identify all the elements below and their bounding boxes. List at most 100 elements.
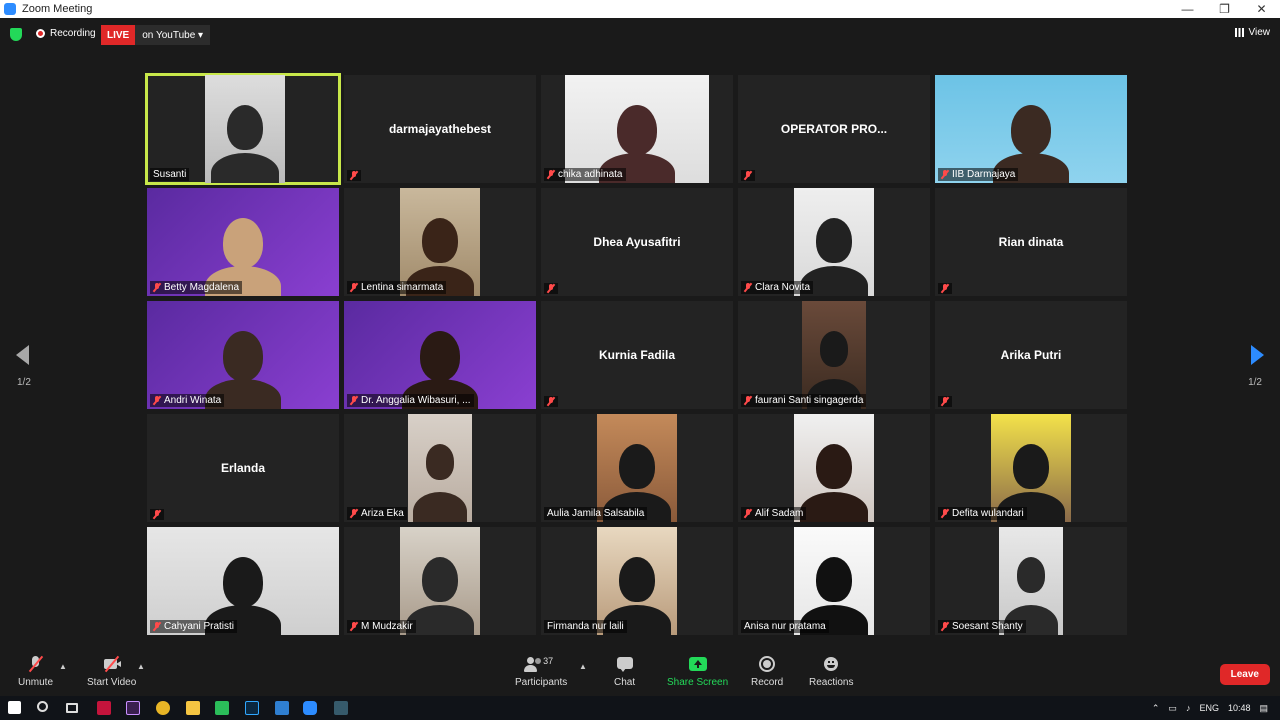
previous-page-arrow[interactable] [16,345,29,365]
muted-mic-icon [941,284,949,293]
participant-tile[interactable]: Dr. Anggalia Wibasuri, ... [344,301,536,409]
app-icon-3[interactable] [275,701,289,715]
search-icon[interactable] [37,701,48,712]
meeting-topbar: Recording LIVE on YouTube ▾ View [0,18,1280,52]
participant-label: Clara Novita [741,281,814,294]
participant-tile[interactable]: OPERATOR PRO... [738,75,930,183]
minimize-button[interactable]: — [1169,0,1206,18]
network-icon[interactable]: ▭ [1168,703,1177,714]
participant-video [147,527,339,635]
participant-tile[interactable]: chika adhinata [541,75,733,183]
recording-dot-icon [36,29,45,38]
tray-overflow-icon[interactable]: ⌃ [1152,703,1160,714]
participant-tile[interactable]: Clara Novita [738,188,930,296]
participant-video [802,301,866,409]
participant-tile[interactable]: Lentina simarmata [344,188,536,296]
participant-label: Alif Sadam [741,507,807,520]
language-indicator[interactable]: ENG [1199,703,1219,713]
participant-tile[interactable]: Aulia Jamila Salsabila [541,414,733,522]
participant-name-center: Rian dinata [998,235,1064,249]
app-icon-4[interactable] [334,701,348,715]
chrome-icon[interactable] [156,701,170,715]
participant-video [935,75,1127,183]
video-options-caret-icon[interactable]: ▲ [137,662,145,671]
participant-tile[interactable]: faurani Santi singagerda [738,301,930,409]
security-shield-icon[interactable] [10,28,22,41]
muted-mic-icon [547,284,555,293]
participant-name: Defita wulandari [952,508,1024,519]
participant-name-center: Dhea Ayusafitri [593,235,681,249]
record-button[interactable]: Record [751,656,783,688]
participant-tile[interactable]: Dhea Ayusafitri [541,188,733,296]
participant-tile[interactable]: Firmanda nur laili [541,527,733,635]
participant-tile[interactable]: Soesant Shanty [935,527,1127,635]
view-label: View [1248,27,1271,38]
participants-count: 37 [543,656,554,666]
meeting-toolbar: Unmute ▲ Start Video ▲ 37 Participants ▲… [0,650,1280,696]
participant-tile[interactable]: Ariza Eka [344,414,536,522]
participant-tile[interactable]: Kurnia Fadila [541,301,733,409]
participant-tile[interactable]: Betty Magdalena [147,188,339,296]
participant-video [794,414,874,522]
reactions-button[interactable]: Reactions [809,656,853,688]
premiere-icon[interactable] [126,701,140,715]
app-icon-1[interactable] [97,701,111,715]
start-video-button[interactable]: Start Video [87,655,136,688]
file-explorer-icon[interactable] [186,701,200,715]
participant-figure [223,218,263,268]
share-screen-button[interactable]: Share Screen [667,656,728,688]
participant-tile[interactable]: Cahyani Pratisti [147,527,339,635]
participant-tile[interactable]: Anisa nur pratama [738,527,930,635]
participant-tile[interactable]: Erlanda [147,414,339,522]
participant-label [544,396,558,407]
participant-tile[interactable]: IIB Darmajaya [935,75,1127,183]
participant-video [147,301,339,409]
audio-options-caret-icon[interactable]: ▲ [59,662,67,671]
participant-tile[interactable]: Defita wulandari [935,414,1127,522]
participant-figure [422,557,458,602]
participants-button[interactable]: 37 Participants [515,656,567,688]
live-stream-indicator[interactable]: LIVE on YouTube ▾ [101,25,211,45]
close-button[interactable]: ✕ [1243,0,1280,18]
chat-bubble-icon [615,656,635,673]
participant-figure [223,331,263,381]
next-page-arrow[interactable] [1251,345,1264,365]
participant-tile[interactable]: Andri Winata [147,301,339,409]
participant-tile[interactable]: Rian dinata [935,188,1127,296]
participant-name: Dr. Anggalia Wibasuri, ... [361,395,471,406]
participant-tile[interactable]: Arika Putri [935,301,1127,409]
share-screen-label: Share Screen [667,677,729,688]
unmute-button[interactable]: Unmute [18,655,53,688]
zoom-taskbar-icon[interactable] [303,701,317,715]
muted-mic-icon [744,171,752,180]
clock[interactable]: 10:48 [1228,703,1251,713]
participant-video [344,301,536,409]
view-button[interactable]: View [1234,27,1271,38]
participant-figure [425,444,455,480]
notifications-icon[interactable]: ▤ [1259,703,1268,714]
grid-view-icon [1234,28,1244,37]
app-icon-2[interactable] [215,701,229,715]
restore-button[interactable]: ❐ [1206,0,1243,18]
chat-button[interactable]: Chat [614,656,635,688]
participant-tile[interactable]: M Mudzakir [344,527,536,635]
windows-taskbar: ⌃ ▭ ♪ ENG 10:48 ▤ [0,696,1280,720]
record-label: Record [751,677,784,688]
participant-tile[interactable]: Susanti [145,73,341,185]
participant-label [544,283,558,294]
participants-caret-icon[interactable]: ▲ [579,662,587,671]
participant-name: Susanti [153,169,187,180]
muted-mic-icon [350,622,358,631]
participant-figure [619,557,655,602]
recording-indicator[interactable]: Recording [36,28,96,39]
volume-icon[interactable]: ♪ [1186,703,1191,713]
windows-start-icon[interactable] [8,701,21,714]
participant-tile[interactable]: Alif Sadam [738,414,930,522]
photoshop-icon[interactable] [245,701,259,715]
leave-button[interactable]: Leave [1219,664,1270,685]
participant-name: Clara Novita [755,282,811,293]
participant-tile[interactable]: darmajayathebest [344,75,536,183]
youtube-stream-dropdown[interactable]: on YouTube ▾ [135,25,211,45]
task-view-icon[interactable] [66,703,78,713]
muted-mic-icon [941,509,949,518]
